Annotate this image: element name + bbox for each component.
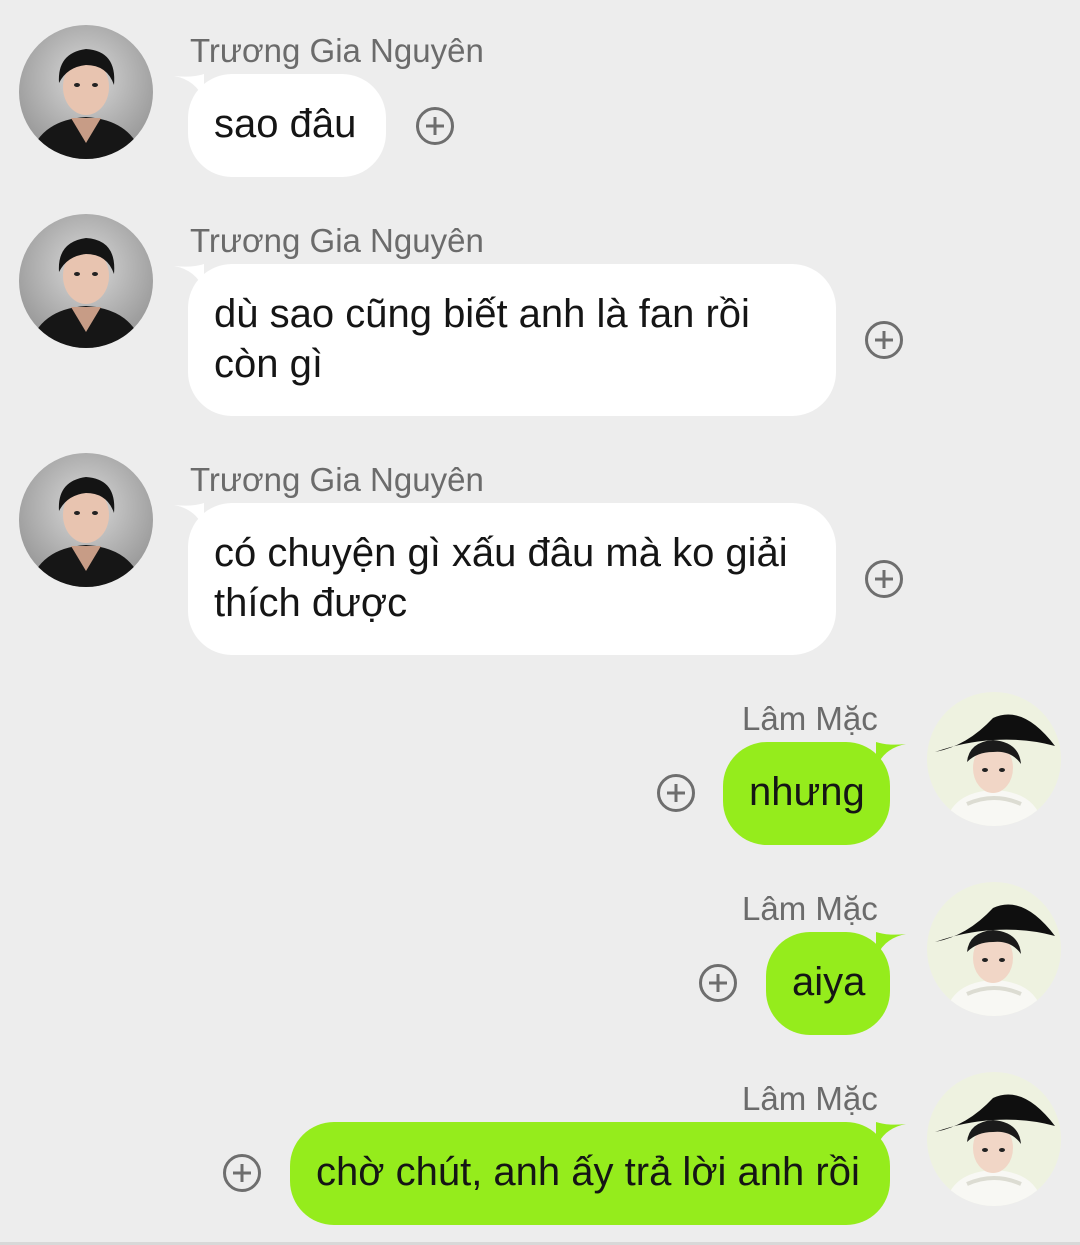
sender-name: Lâm Mặc <box>742 700 878 737</box>
message-bubble[interactable]: có chuyện gì xấu đâu mà ko giải thích đư… <box>188 503 836 655</box>
plus-circle-icon[interactable] <box>222 1153 262 1193</box>
avatar[interactable] <box>19 25 153 159</box>
plus-circle-icon[interactable] <box>864 559 904 599</box>
message-bubble[interactable]: sao đâu <box>188 74 386 177</box>
plus-circle-icon[interactable] <box>864 320 904 360</box>
avatar[interactable] <box>927 692 1061 826</box>
message-bubble[interactable]: chờ chút, anh ấy trả lời anh rồi <box>290 1122 890 1225</box>
plus-circle-icon[interactable] <box>656 773 696 813</box>
chat-thread: Trương Gia Nguyên sao đâu Trương Gia Ngu… <box>0 0 1080 1245</box>
sender-name: Lâm Mặc <box>742 890 878 927</box>
message-bubble[interactable]: aiya <box>766 932 890 1035</box>
avatar[interactable] <box>19 214 153 348</box>
sender-name: Trương Gia Nguyên <box>190 32 484 69</box>
sender-name: Trương Gia Nguyên <box>190 461 484 498</box>
sender-name: Trương Gia Nguyên <box>190 222 484 259</box>
plus-circle-icon[interactable] <box>415 106 455 146</box>
avatar[interactable] <box>927 1072 1061 1206</box>
message-bubble[interactable]: dù sao cũng biết anh là fan rồi còn gì <box>188 264 836 416</box>
plus-circle-icon[interactable] <box>698 963 738 1003</box>
message-bubble[interactable]: nhưng <box>723 742 890 845</box>
avatar[interactable] <box>19 453 153 587</box>
avatar[interactable] <box>927 882 1061 1016</box>
sender-name: Lâm Mặc <box>742 1080 878 1117</box>
